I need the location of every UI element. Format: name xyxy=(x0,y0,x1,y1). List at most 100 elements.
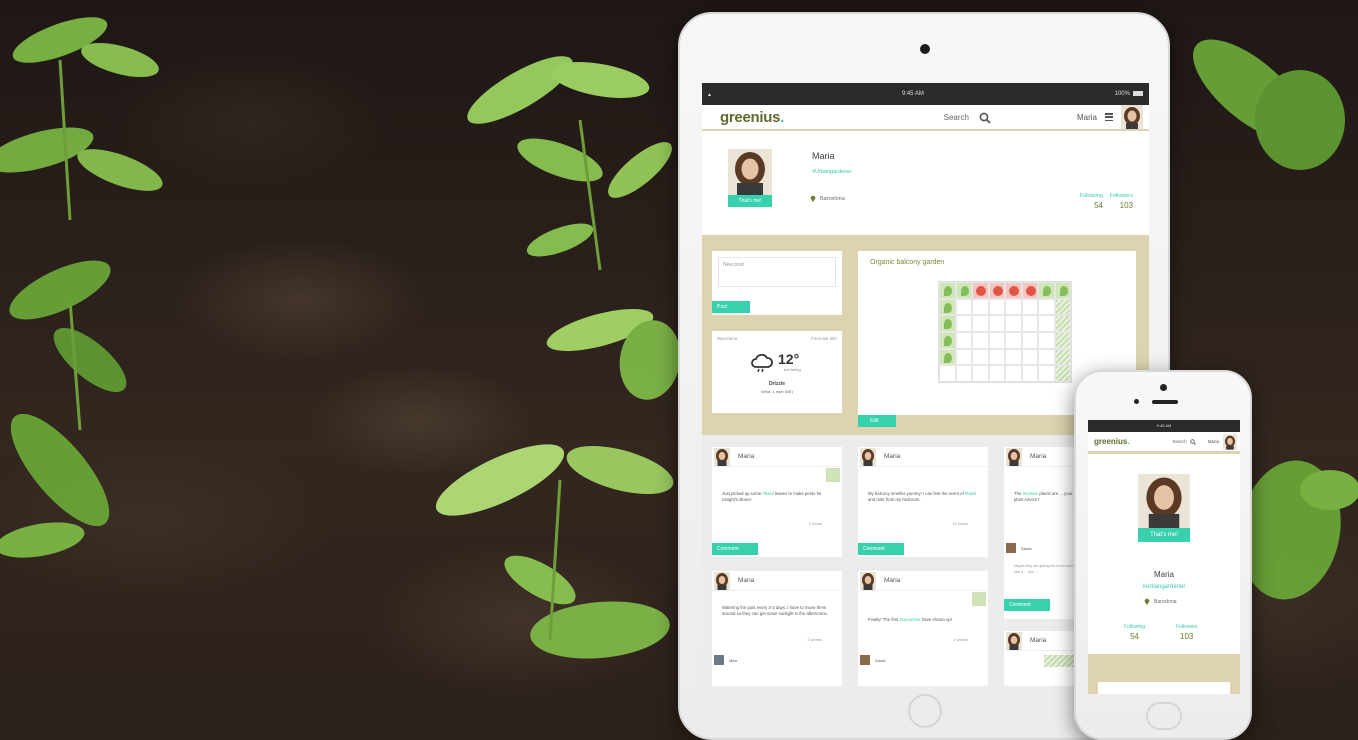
garden-cell[interactable] xyxy=(1054,365,1071,382)
post-author[interactable]: Maria xyxy=(738,577,754,584)
search-icon[interactable] xyxy=(979,111,991,124)
post-author[interactable]: Maria xyxy=(1030,453,1046,460)
forecast-link[interactable]: Forecast info xyxy=(811,336,837,341)
garden-cell[interactable] xyxy=(988,348,1005,366)
garden-cell[interactable] xyxy=(955,365,972,382)
search-icon[interactable] xyxy=(1190,438,1196,445)
garden-cell[interactable] xyxy=(988,331,1005,349)
garden-cell[interactable] xyxy=(972,348,989,366)
garden-cell[interactable] xyxy=(1005,331,1022,349)
post-author[interactable]: Maria xyxy=(884,577,900,584)
garden-cell[interactable] xyxy=(1054,298,1071,316)
garden-cell[interactable] xyxy=(955,331,972,349)
garden-cell[interactable] xyxy=(1038,331,1055,349)
garden-cell[interactable] xyxy=(955,298,972,316)
garden-cell[interactable] xyxy=(1005,348,1022,366)
garden-cell[interactable] xyxy=(1054,315,1071,332)
home-button[interactable] xyxy=(908,694,942,728)
garden-cell[interactable] xyxy=(988,298,1005,316)
garden-cell[interactable] xyxy=(988,365,1005,382)
reply-avatar[interactable] xyxy=(860,655,870,665)
comment-button[interactable]: Comment xyxy=(858,543,904,555)
garden-edit-button[interactable]: Edit xyxy=(858,415,896,427)
garden-cell[interactable] xyxy=(1021,365,1038,382)
garden-cell[interactable] xyxy=(939,315,956,332)
garden-title[interactable]: Organic balcony garden xyxy=(870,259,944,266)
new-post-input[interactable]: New post xyxy=(718,257,836,287)
garden-grid[interactable] xyxy=(938,281,1072,383)
garden-cell[interactable] xyxy=(1038,298,1055,316)
garden-cell[interactable] xyxy=(1021,348,1038,366)
garden-cell[interactable] xyxy=(939,331,956,349)
header-user-name[interactable]: Maria xyxy=(1077,113,1097,122)
menu-icon[interactable] xyxy=(1105,113,1113,121)
garden-cell[interactable] xyxy=(955,315,972,332)
home-button[interactable] xyxy=(1146,702,1182,730)
garden-cell[interactable] xyxy=(972,315,989,332)
followers-stat[interactable]: Followers 103 xyxy=(1109,193,1133,210)
post-hashtag[interactable]: #cucumber xyxy=(899,617,920,622)
post-author[interactable]: Maria xyxy=(1030,637,1046,644)
followers-stat[interactable]: Followers 103 xyxy=(1176,624,1197,641)
post-avatar[interactable] xyxy=(714,447,730,466)
garden-cell[interactable] xyxy=(1005,365,1022,382)
header-avatar[interactable] xyxy=(1223,433,1237,450)
garden-cell[interactable] xyxy=(988,315,1005,332)
garden-cell[interactable] xyxy=(1021,315,1038,332)
post-avatar[interactable] xyxy=(1006,631,1022,650)
garden-cell[interactable] xyxy=(955,282,972,299)
garden-cell[interactable] xyxy=(1054,348,1071,366)
reply-avatar[interactable] xyxy=(714,655,724,665)
garden-cell[interactable] xyxy=(1005,315,1022,332)
garden-cell[interactable] xyxy=(939,348,956,366)
garden-cell[interactable] xyxy=(972,365,989,382)
post-author[interactable]: Maria xyxy=(884,453,900,460)
post-thumbnail[interactable] xyxy=(972,592,986,606)
garden-cell[interactable] xyxy=(972,298,989,316)
garden-cell[interactable] xyxy=(1054,331,1071,349)
reply-author[interactable]: Mike xyxy=(729,658,737,663)
garden-cell[interactable] xyxy=(939,282,956,299)
post-avatar[interactable] xyxy=(1006,447,1022,466)
garden-cell[interactable] xyxy=(972,331,989,349)
post-button[interactable]: Post xyxy=(712,301,750,313)
header-avatar[interactable] xyxy=(1121,105,1143,129)
profile-tag[interactable]: #urbangardener xyxy=(1088,584,1240,590)
garden-cell[interactable] xyxy=(1038,282,1055,299)
header-user-name[interactable]: Maria xyxy=(1208,439,1219,444)
garden-cell[interactable] xyxy=(1021,298,1038,316)
garden-cell[interactable] xyxy=(972,282,989,299)
garden-cell[interactable] xyxy=(939,365,956,382)
garden-cell[interactable] xyxy=(1038,365,1055,382)
garden-cell[interactable] xyxy=(939,298,956,316)
following-stat[interactable]: Following 54 xyxy=(1124,624,1145,641)
garden-cell[interactable] xyxy=(988,282,1005,299)
garden-cell[interactable] xyxy=(955,348,972,366)
garden-cell[interactable] xyxy=(1021,282,1038,299)
search-link[interactable]: Search xyxy=(944,113,969,122)
post-hashtag[interactable]: #tomato xyxy=(1023,491,1039,496)
post-thumbnail[interactable] xyxy=(1044,655,1074,667)
post-hashtag[interactable]: #basil xyxy=(965,491,976,496)
post-thumbnail[interactable] xyxy=(826,468,840,482)
garden-cell[interactable] xyxy=(1021,331,1038,349)
post-author[interactable]: Maria xyxy=(738,453,754,460)
post-avatar[interactable] xyxy=(860,447,876,466)
comment-button[interactable]: Comment xyxy=(712,543,758,555)
garden-cell[interactable] xyxy=(1038,315,1055,332)
reply-author[interactable]: Sarah xyxy=(1021,546,1032,551)
following-stat[interactable]: Following 54 xyxy=(1080,193,1103,210)
post-avatar[interactable] xyxy=(714,571,730,590)
app-logo[interactable]: greenius. xyxy=(1094,437,1130,446)
garden-cell[interactable] xyxy=(1054,282,1071,299)
post-avatar[interactable] xyxy=(860,571,876,590)
profile-tag[interactable]: #Urbangardener xyxy=(812,169,852,175)
garden-cell[interactable] xyxy=(1038,348,1055,366)
thats-me-button[interactable]: That's me! xyxy=(728,195,772,207)
thats-me-button[interactable]: That's me! xyxy=(1138,528,1190,542)
app-logo[interactable]: greenius. xyxy=(720,109,784,126)
reply-author[interactable]: Sarah xyxy=(875,658,886,663)
post-hashtag[interactable]: #basil xyxy=(762,491,773,496)
comment-button[interactable]: Comment xyxy=(1004,599,1050,611)
garden-cell[interactable] xyxy=(1005,282,1022,299)
